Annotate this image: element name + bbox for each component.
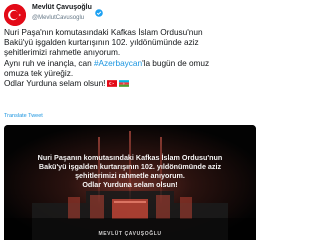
verified-badge-icon xyxy=(95,4,103,17)
avatar[interactable] xyxy=(4,4,26,26)
video-caption-line: şehitlerimizi rahmetle anıyorum. xyxy=(75,171,185,180)
video-caption-line: Bakü'yü işgalden kurtarışının 102. yıldö… xyxy=(38,162,222,171)
hashtag-link[interactable]: #Azerbaycan xyxy=(94,58,142,68)
tweet-card: Mevlüt Çavuşoğlu @MevlutCavusoglu Nuri P… xyxy=(0,0,258,240)
translate-tweet-link[interactable]: Translate Tweet xyxy=(4,113,43,120)
video-caption-line: Nuri Paşanın komutasındaki Kafkas İslam … xyxy=(37,153,223,162)
tweet-line: omuza tek yüreğiz. xyxy=(4,67,74,78)
display-name-row: Mevlüt Çavuşoğlu xyxy=(32,3,232,17)
tweet-line: şehitlerimizi rahmetle anıyorum. xyxy=(4,47,121,58)
video-caption: Nuri Paşanın komutasındaki Kafkas İslam … xyxy=(4,153,256,189)
tweet-line: Aynı ruh ve inançla, can #Azerbaycan'la … xyxy=(4,58,254,68)
tweet-text: Nuri Paşa'nın komutasındaki Kafkas İslam… xyxy=(4,27,254,88)
author-handle[interactable]: @MevlutCavusoglu xyxy=(32,14,232,22)
tweet-line: Odlar Yurduna selam olsun! xyxy=(4,78,254,88)
author-display-name[interactable]: Mevlüt Çavuşoğlu xyxy=(32,3,92,13)
tweet-media[interactable]: Nuri Paşanın komutasındaki Kafkas İslam … xyxy=(4,125,256,240)
turkish-flag-avatar-icon xyxy=(4,4,26,26)
tweet-text-segment: Odlar Yurduna selam olsun! xyxy=(4,77,106,88)
video-caption-line: Odlar Yurduna selam olsun! xyxy=(82,180,178,189)
tweet-text-segment: Aynı ruh ve inançla, can xyxy=(4,57,94,68)
flag-turkey-icon xyxy=(107,80,118,87)
tweet-text-segment: 'la bugün de omuz xyxy=(142,57,210,68)
flag-azerbaijan-icon xyxy=(119,80,130,87)
tweet-header: Mevlüt Çavuşoğlu @MevlutCavusoglu xyxy=(2,2,258,26)
tweet-line: Nuri Paşa'nın komutasındaki Kafkas İslam… xyxy=(4,27,203,37)
tweet-line: Bakü'yü işgalden kurtarışının 102. yıldö… xyxy=(4,37,199,48)
author-names: Mevlüt Çavuşoğlu @MevlutCavusoglu xyxy=(32,3,232,22)
video-watermark: MEVLÜT ÇAVUŞOĞLU xyxy=(98,231,162,237)
